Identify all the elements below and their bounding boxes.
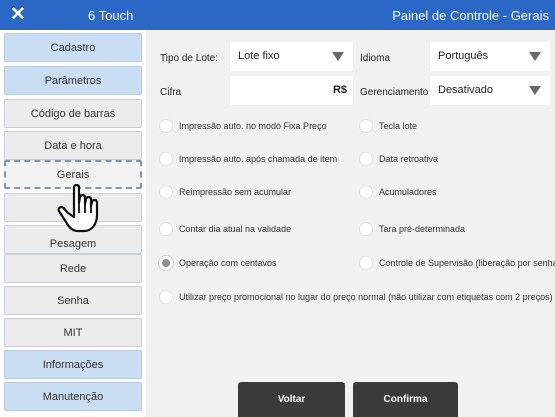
chevron-down-icon [529,86,541,95]
radio-button[interactable] [159,222,173,236]
tipo-lote-value: Lote fixo [238,50,280,62]
idioma-label: Idioma [360,53,391,64]
sidebar-item-rede[interactable]: Rede [4,254,142,283]
back-button[interactable]: Voltar [238,382,345,417]
sidebar-item-cadastro[interactable]: Cadastro [4,33,142,62]
option-preco-promocional[interactable]: Utilizar preço promocional no lugar do p… [159,289,553,305]
radio-button-checked[interactable] [159,256,173,270]
gerenciamento-label: Gerenciamento [360,87,429,98]
app-name: 6 Touch [88,8,134,23]
radio-button[interactable] [359,256,373,270]
option-contar-dia-atual[interactable]: Contar dia atual na validade [159,221,291,237]
radio-button[interactable] [359,222,373,236]
option-data-retroativa[interactable]: Data retroativa [359,151,438,167]
chevron-down-icon [332,52,344,61]
sidebar-item-codigo-barras[interactable]: Código de barras [4,99,142,128]
option-tecla-lote[interactable]: Tecla lote [359,118,417,134]
gerenciamento-value: Desativado [438,84,494,96]
option-operacao-centavos[interactable]: Operação com centavos [159,255,277,271]
confirm-button[interactable]: Confirma [353,382,458,417]
hand-pointer-icon [57,184,99,233]
option-tara-pre-determinada[interactable]: Tara pré-determinada [359,221,465,237]
radio-button[interactable] [159,152,173,166]
window-title: Painel de Controle - Gerais [392,8,549,23]
option-controle-supervisao[interactable]: Controle de Supervisão (liberação por se… [359,255,555,271]
idioma-value: Português [438,50,489,62]
gerenciamento-select[interactable]: Desativado [430,76,550,105]
option-acumuladores[interactable]: Acumuladores [359,184,437,200]
radio-button[interactable] [159,290,173,304]
option-impressao-fixa-preco[interactable]: Impressão auto. no modo Fixa Preço [159,118,327,134]
sidebar-item-mit[interactable]: MIT [4,318,142,347]
sidebar-item-data-hora[interactable]: Data e hora [4,131,142,160]
radio-button[interactable] [359,152,373,166]
sidebar-item-senha[interactable]: Senha [4,286,142,315]
idioma-select[interactable]: Português [430,42,550,71]
option-impressao-chamada-item[interactable]: Impressão auto. após chamada de item [159,151,337,167]
cifra-label: Cifra [160,87,182,98]
radio-button[interactable] [359,119,373,133]
close-icon[interactable]: ✕ [10,3,26,27]
option-reimpressao[interactable]: Reimpressão sem acumular [159,184,291,200]
tipo-lote-label: Tipo de Lote: [160,53,219,64]
sidebar-item-parametros[interactable]: Parâmetros [4,66,142,95]
radio-button[interactable] [159,185,173,199]
radio-button[interactable] [359,185,373,199]
title-bar: ✕ 6 Touch Painel de Controle - Gerais [0,0,555,30]
sidebar-item-manutencao[interactable]: Manutenção [4,382,142,411]
cifra-input[interactable]: R$ [230,76,353,105]
tipo-lote-select[interactable]: Lote fixo [230,42,353,71]
currency-suffix: R$ [332,84,347,96]
sidebar-item-informacoes[interactable]: Informações [4,350,142,379]
radio-button[interactable] [159,119,173,133]
settings-panel: Tipo de Lote: Lote fixo Idioma Português… [146,30,555,417]
chevron-down-icon [529,52,541,61]
